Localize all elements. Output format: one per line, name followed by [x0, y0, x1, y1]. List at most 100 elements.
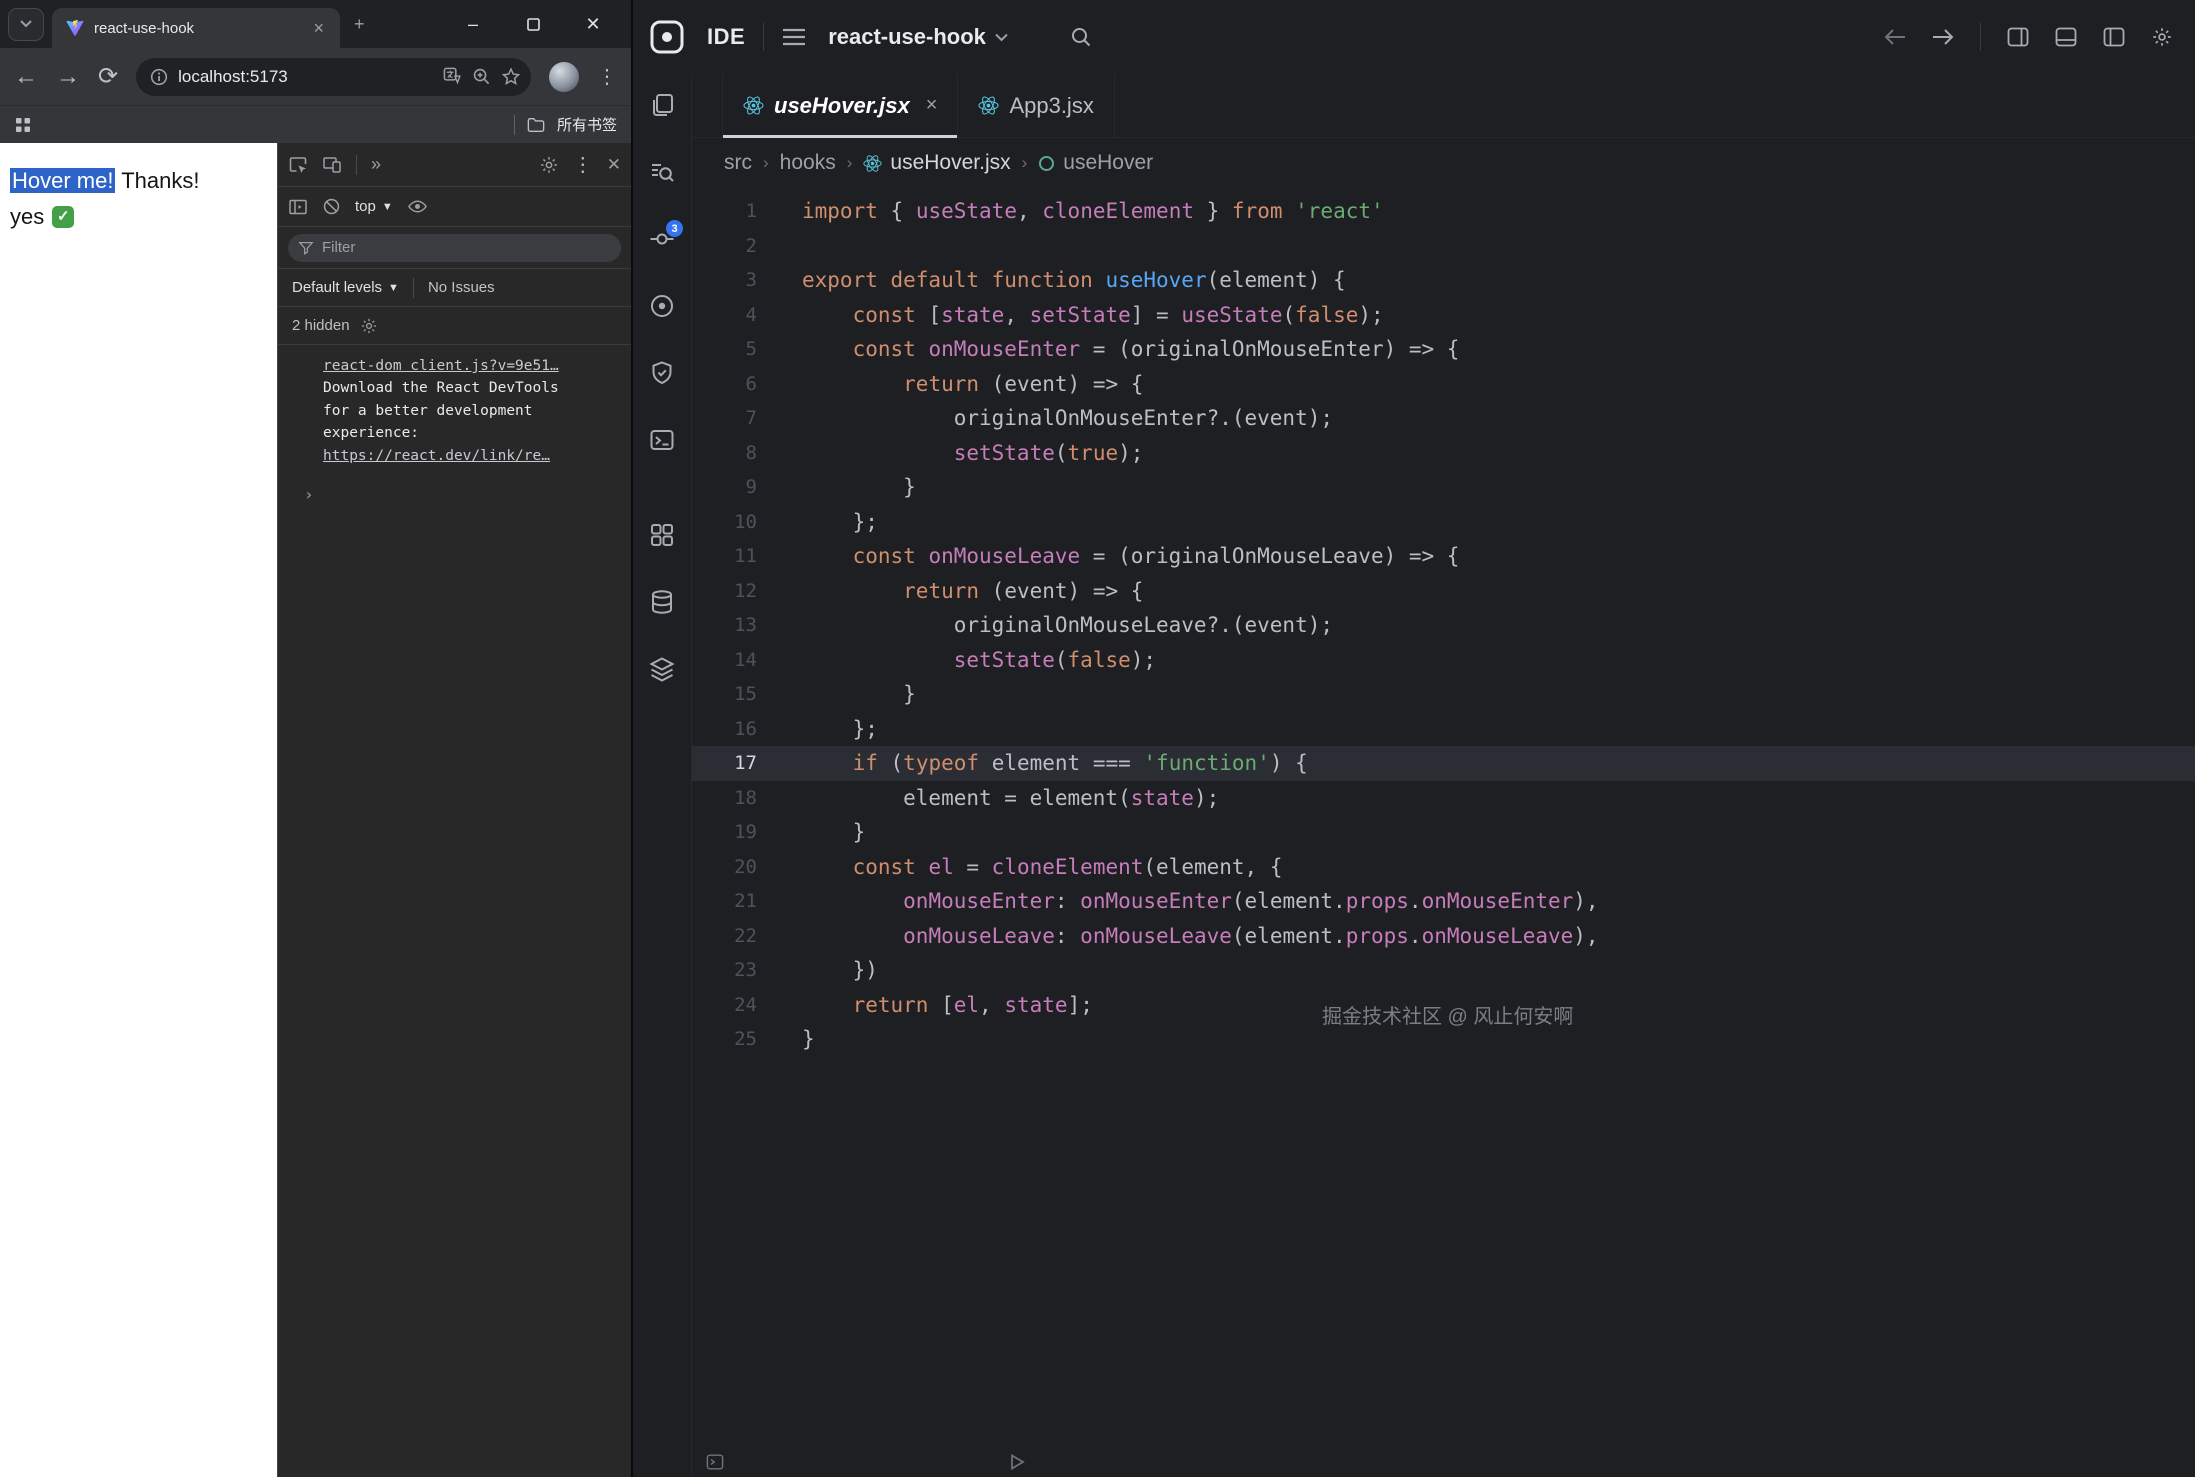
zoom-icon[interactable] [472, 67, 491, 86]
close-window-button[interactable]: ✕ [583, 14, 603, 34]
breadcrumb-hooks[interactable]: hooks [780, 151, 836, 175]
address-bar[interactable]: localhost:5173 [136, 58, 531, 96]
tab-app3[interactable]: App3.jsx [958, 74, 1114, 137]
find-in-files-icon[interactable] [649, 159, 675, 185]
hover-line[interactable]: Hover me! Thanks! [10, 165, 267, 197]
plugins-grid-icon[interactable] [649, 522, 675, 548]
project-selector[interactable]: react-use-hook [828, 24, 1008, 50]
code-line[interactable]: 14 setState(false); [692, 643, 2195, 678]
tab-search-button[interactable] [8, 8, 44, 41]
code-line[interactable]: 4 const [state, setState] = useState(fal… [692, 298, 2195, 333]
filter-input[interactable]: Filter [288, 234, 621, 262]
devtools-close-icon[interactable]: ✕ [607, 155, 621, 175]
editor-tabs: useHover.jsx × App3.jsx [692, 74, 2195, 138]
hidden-count-label[interactable]: 2 hidden [292, 317, 350, 334]
device-toolbar-icon[interactable] [322, 155, 342, 175]
apps-grid-icon[interactable] [14, 116, 32, 134]
selected-text[interactable]: Hover me! [10, 168, 115, 193]
tab-close-icon[interactable]: × [926, 94, 938, 117]
clear-console-icon[interactable] [322, 197, 341, 216]
code-line[interactable]: 8 setState(true); [692, 436, 2195, 471]
code-line[interactable]: 11 const onMouseLeave = (originalOnMouse… [692, 539, 2195, 574]
code-text: } [802, 470, 916, 505]
code-line[interactable]: 1import { useState, cloneElement } from … [692, 194, 2195, 229]
tab-usehover[interactable]: useHover.jsx × [722, 74, 958, 137]
minimize-button[interactable]: – [463, 14, 483, 34]
breadcrumb-symbol[interactable]: useHover [1038, 151, 1153, 175]
forward-icon[interactable]: → [56, 65, 80, 89]
hidden-settings-gear-icon[interactable] [360, 317, 378, 335]
url-text[interactable]: localhost:5173 [178, 67, 288, 87]
code-line[interactable]: 20 const el = cloneElement(element, { [692, 850, 2195, 885]
terminal-icon[interactable] [649, 427, 675, 453]
log-levels-dropdown[interactable]: Default levels ▼ [292, 279, 399, 296]
devtools-main-toolbar: » ⋮ ✕ [278, 143, 631, 187]
console-prompt-chevron[interactable]: › [304, 483, 617, 508]
inspect-element-icon[interactable] [288, 155, 308, 175]
code-line[interactable]: 2 [692, 229, 2195, 264]
maximize-button[interactable] [523, 14, 543, 34]
code-line[interactable]: 9 } [692, 470, 2195, 505]
translate-icon[interactable] [443, 67, 462, 86]
line-number: 9 [692, 470, 802, 505]
code-text: } [802, 1022, 815, 1057]
site-info-icon[interactable] [150, 68, 168, 86]
console-sidebar-icon[interactable] [288, 197, 308, 217]
tab-close-icon[interactable]: × [307, 17, 330, 39]
layout-right-panel-icon[interactable] [2007, 27, 2029, 47]
layout-left-panel-icon[interactable] [2103, 27, 2125, 47]
all-bookmarks-label[interactable]: 所有书签 [557, 114, 617, 135]
profile-avatar[interactable] [549, 62, 579, 92]
bottom-run-icon[interactable] [1010, 1454, 1025, 1470]
breadcrumb-src[interactable]: src [724, 151, 752, 175]
code-line[interactable]: 21 onMouseEnter: onMouseEnter(element.pr… [692, 884, 2195, 919]
code-line[interactable]: 6 return (event) => { [692, 367, 2195, 402]
search-everywhere-icon[interactable] [1070, 26, 1092, 48]
security-shield-icon[interactable] [649, 360, 675, 386]
new-tab-button[interactable]: + [348, 13, 371, 35]
context-selector[interactable]: top ▼ [355, 198, 393, 215]
database-icon[interactable] [649, 589, 675, 615]
code-line[interactable]: 16 }; [692, 712, 2195, 747]
source-link[interactable]: react-dom client.js?v=9e51… [323, 358, 559, 374]
code-line[interactable]: 10 }; [692, 505, 2195, 540]
code-line[interactable]: 15 } [692, 677, 2195, 712]
navigate-forward-icon[interactable] [1932, 28, 1954, 46]
code-line[interactable]: 23 }) [692, 953, 2195, 988]
code-line[interactable]: 18 element = element(state); [692, 781, 2195, 816]
ide-settings-gear-icon[interactable] [2151, 26, 2173, 48]
live-expression-eye-icon[interactable] [407, 196, 428, 217]
issues-label[interactable]: No Issues [428, 279, 495, 296]
code-line[interactable]: 13 originalOnMouseLeave?.(event); [692, 608, 2195, 643]
commit-icon[interactable]: 3 [649, 226, 675, 252]
code-line[interactable]: 7 originalOnMouseEnter?.(event); [692, 401, 2195, 436]
project-files-icon[interactable] [649, 92, 675, 118]
devtools-menu-icon[interactable]: ⋮ [573, 152, 593, 177]
ide-logo-icon [645, 15, 689, 59]
console-toolbar: top ▼ [278, 187, 631, 227]
bookmark-star-icon[interactable] [501, 67, 521, 87]
code-line[interactable]: 19 } [692, 815, 2195, 850]
browser-tab[interactable]: react-use-hook × [52, 8, 340, 48]
browser-menu-icon[interactable]: ⋮ [597, 64, 617, 89]
back-icon[interactable]: ← [14, 65, 38, 89]
react-devtools-link[interactable]: https://react.dev/link/re… [323, 448, 550, 464]
reload-icon[interactable]: ⟳ [98, 65, 118, 89]
navigate-back-icon[interactable] [1884, 28, 1906, 46]
code-line[interactable]: 22 onMouseLeave: onMouseLeave(element.pr… [692, 919, 2195, 954]
code-line[interactable]: 5 const onMouseEnter = (originalOnMouseE… [692, 332, 2195, 367]
code-text: return (event) => { [802, 367, 1143, 402]
code-review-eye-icon[interactable] [649, 293, 675, 319]
line-number: 5 [692, 332, 802, 367]
code-editor[interactable]: 1import { useState, cloneElement } from … [692, 188, 2195, 1447]
breadcrumb-file[interactable]: useHover.jsx [863, 151, 1010, 175]
devtools-settings-icon[interactable] [539, 155, 559, 175]
code-line[interactable]: 12 return (event) => { [692, 574, 2195, 609]
bottom-terminal-icon[interactable] [706, 1454, 724, 1470]
code-line[interactable]: 3export default function useHover(elemen… [692, 263, 2195, 298]
more-panels-icon[interactable]: » [371, 154, 381, 175]
hamburger-menu-icon[interactable] [782, 28, 806, 46]
layout-bottom-panel-icon[interactable] [2055, 27, 2077, 47]
code-line[interactable]: 17 if (typeof element === 'function') { [692, 746, 2195, 781]
layers-icon[interactable] [649, 656, 675, 682]
